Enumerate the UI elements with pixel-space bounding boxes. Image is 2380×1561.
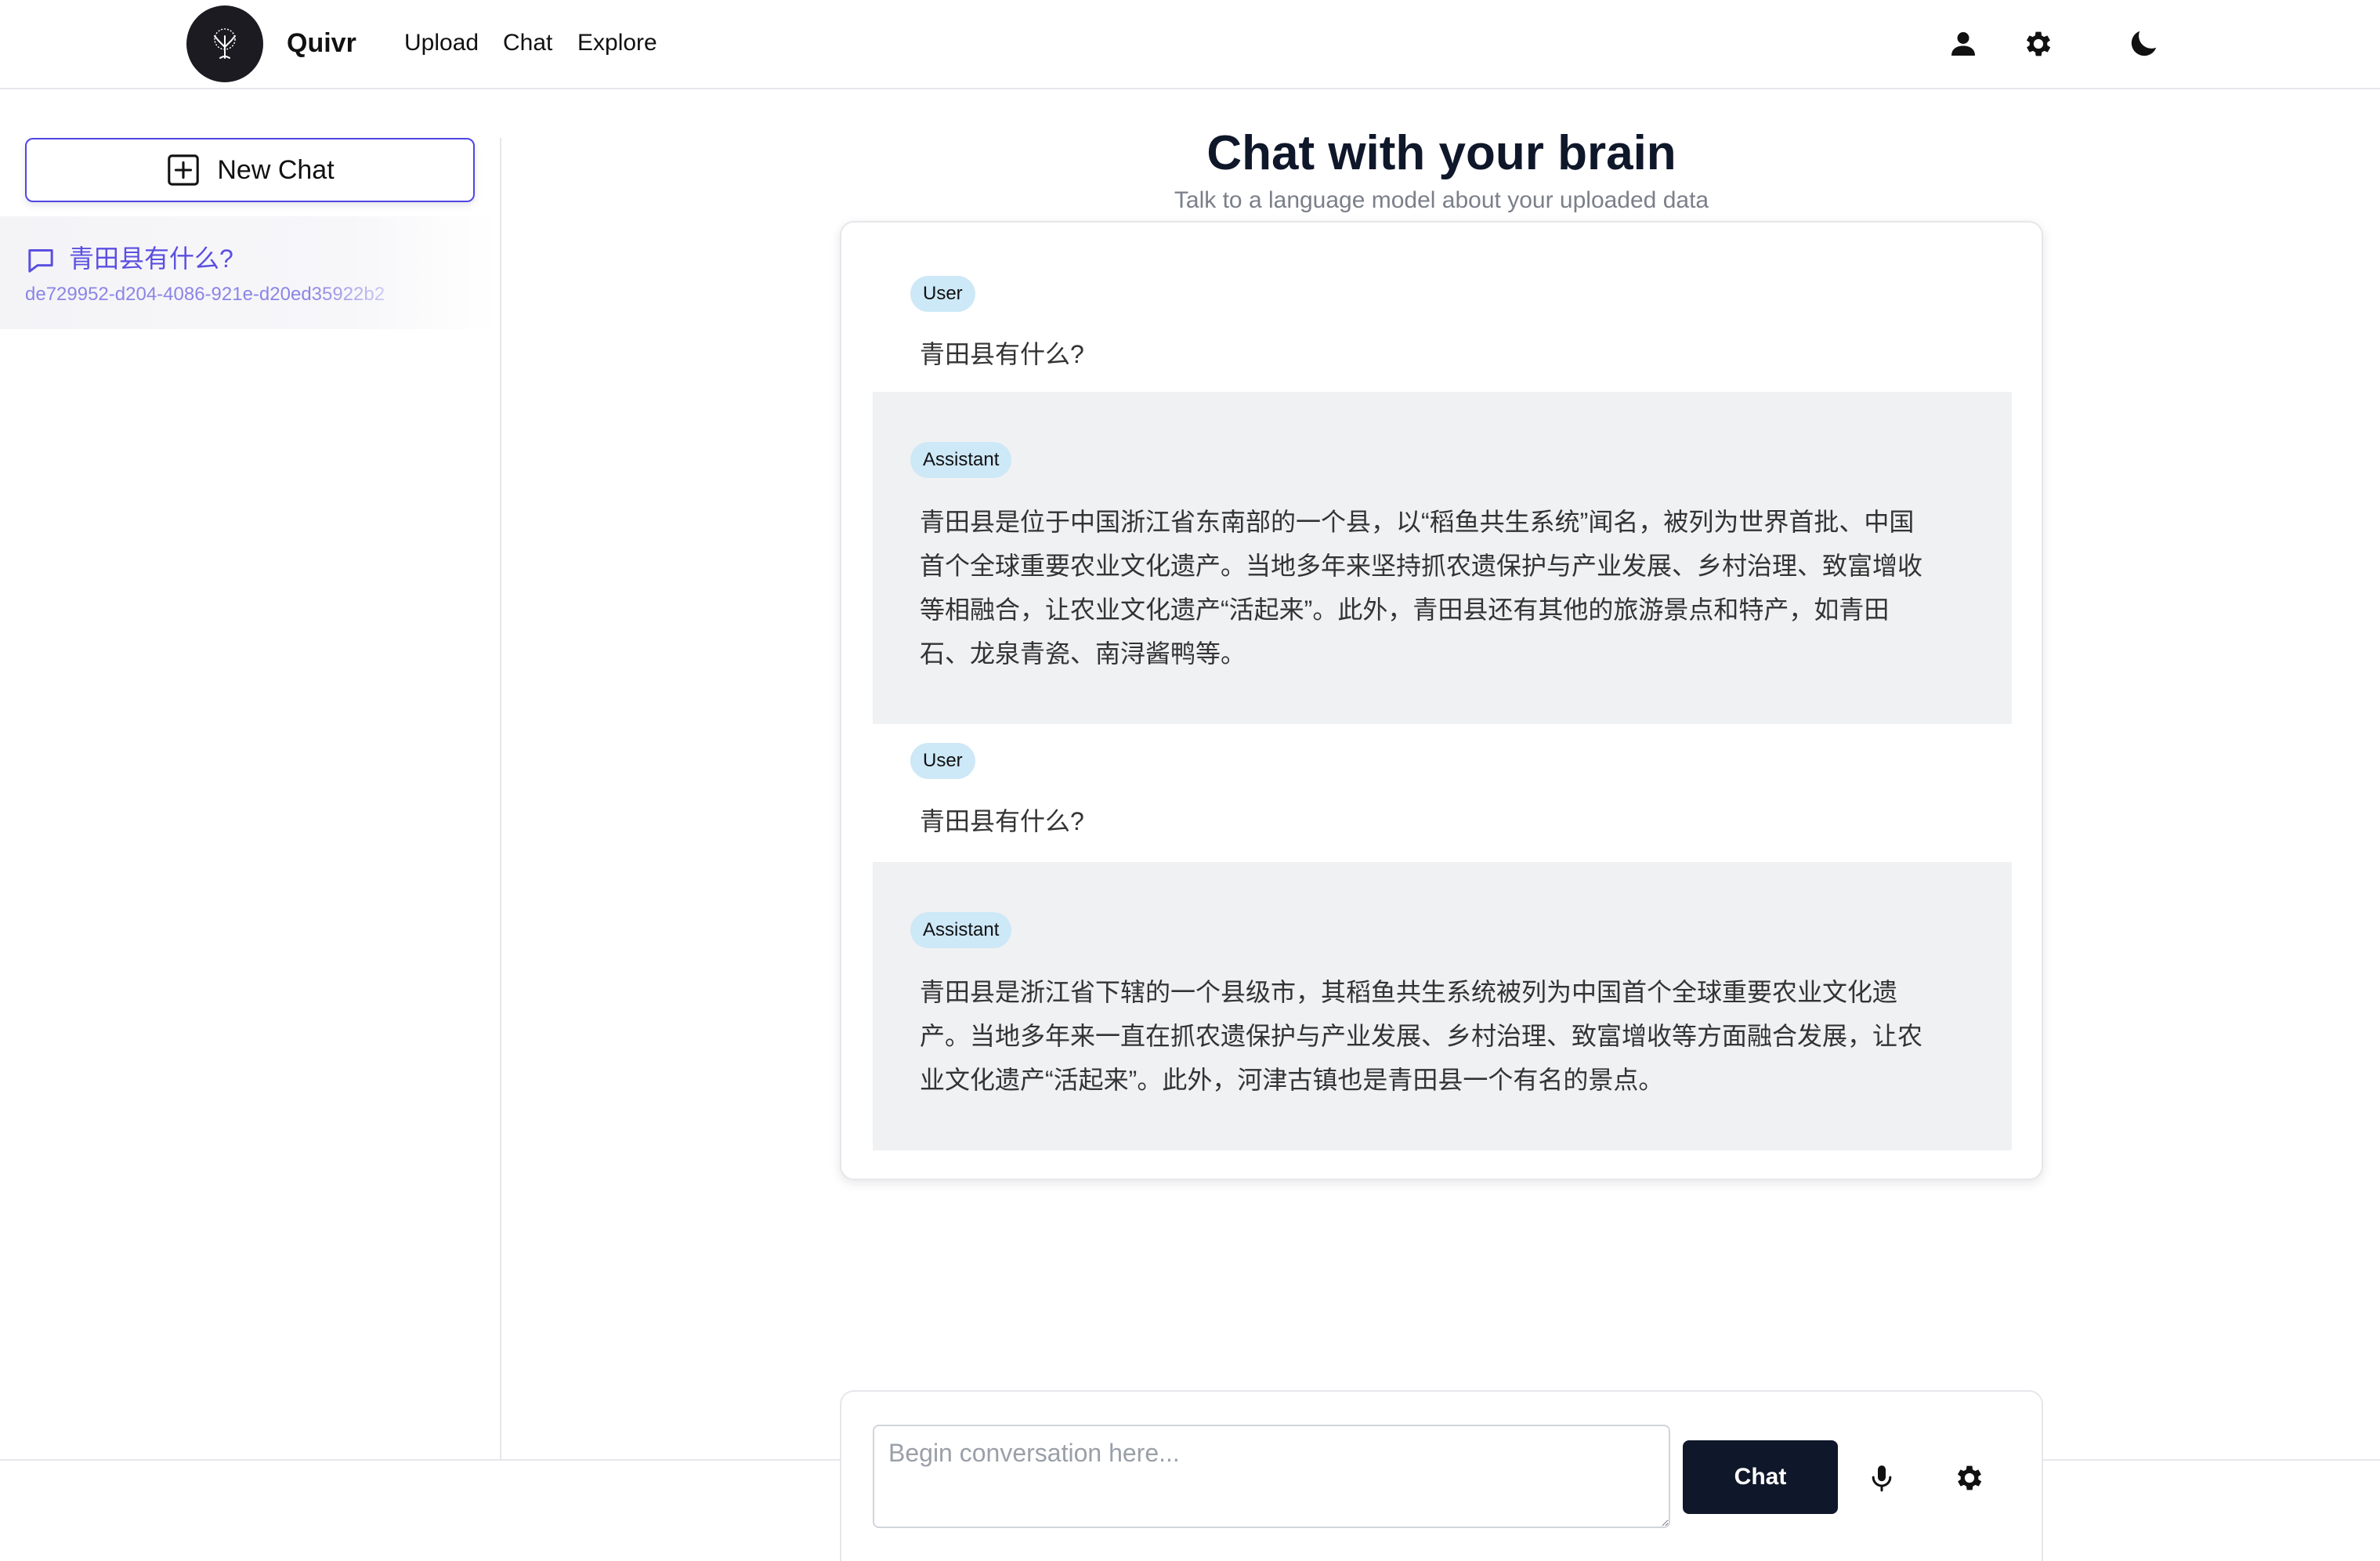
chat-item-id: de729952-d204-4086-921e-d20ed35922b2 xyxy=(25,284,385,305)
chat-item-title: 青田县有什么? xyxy=(69,244,233,273)
role-badge-assistant: Assistant xyxy=(910,912,1012,948)
new-chat-label: New Chat xyxy=(217,154,335,185)
role-badge-assistant: Assistant xyxy=(910,442,1012,478)
page-subtitle: Talk to a language model about your uplo… xyxy=(1174,187,1709,213)
message-text: 青田县有什么? xyxy=(920,340,1084,368)
chat-messages-panel: User 青田县有什么? Assistant 青田县是位于中国浙江省东南部的一个… xyxy=(840,221,2043,1180)
brand-name[interactable]: Quivr xyxy=(287,24,356,63)
message-user: User 青田县有什么? xyxy=(873,257,2012,395)
message-user: User 青田县有什么? xyxy=(873,724,2012,865)
nav-chat[interactable]: Chat xyxy=(503,24,552,63)
gear-icon[interactable] xyxy=(2018,24,2059,64)
moon-icon[interactable] xyxy=(2123,24,2164,64)
message-assistant: Assistant 青田县是位于中国浙江省东南部的一个县，以“稻鱼共生系统”闻名… xyxy=(873,392,2012,724)
tree-logo-icon xyxy=(214,28,236,59)
nav-explore[interactable]: Explore xyxy=(577,24,657,63)
page-title: Chat with your brain xyxy=(1206,126,1676,180)
chat-history-item[interactable]: 青田县有什么? de729952-d204-4086-921e-d20ed359… xyxy=(0,216,500,329)
composer-settings-icon[interactable] xyxy=(1949,1458,1990,1498)
chat-send-button[interactable]: Chat xyxy=(1683,1440,1838,1514)
user-icon[interactable] xyxy=(1943,24,1984,64)
chat-sidebar: New Chat 青田县有什么? de729952-d204-4086-921e… xyxy=(0,138,501,1459)
new-chat-button[interactable]: New Chat xyxy=(25,138,475,202)
message-text: 青田县有什么? xyxy=(920,807,1084,835)
role-badge-user: User xyxy=(910,276,975,312)
chat-bubble-icon xyxy=(28,249,53,273)
chat-composer: Chat xyxy=(840,1390,2043,1561)
role-badge-user: User xyxy=(910,743,975,779)
plus-square-icon xyxy=(168,154,200,186)
message-text: 青田县是浙江省下辖的一个县级市，其稻鱼共生系统被列为中国首个全球重要农业文化遗产… xyxy=(920,978,1923,1094)
message-text: 青田县是位于中国浙江省东南部的一个县，以“稻鱼共生系统”闻名，被列为世界首批、中… xyxy=(920,508,1923,668)
quivr-logo[interactable] xyxy=(186,5,263,82)
message-input[interactable] xyxy=(873,1425,1670,1528)
top-navigation-bar: Quivr Upload Chat Explore xyxy=(0,0,2380,89)
nav-upload[interactable]: Upload xyxy=(404,24,479,63)
message-assistant: Assistant 青田县是浙江省下辖的一个县级市，其稻鱼共生系统被列为中国首个… xyxy=(873,862,2012,1150)
microphone-icon[interactable] xyxy=(1861,1458,1902,1498)
